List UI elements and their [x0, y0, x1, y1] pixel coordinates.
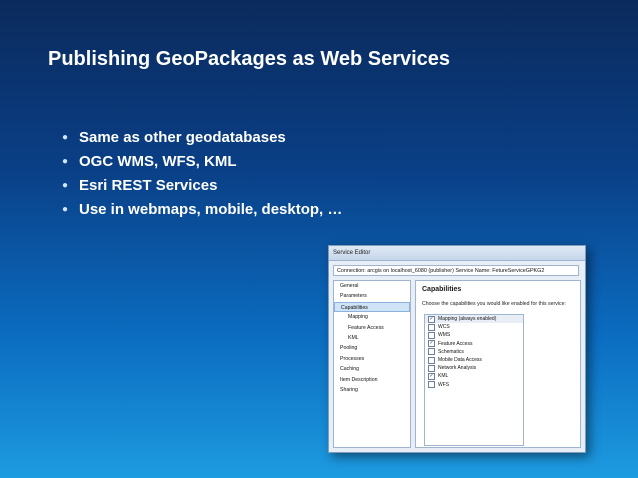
- capability-row[interactable]: WMS: [425, 331, 523, 339]
- checkbox-unchecked-icon[interactable]: [428, 356, 435, 364]
- nav-item-processes[interactable]: Processes: [334, 354, 410, 364]
- checkbox-unchecked-icon[interactable]: [428, 381, 435, 389]
- service-editor-window: Service Editor Connection: arcgis on loc…: [328, 245, 586, 453]
- capability-label: WCS: [438, 324, 450, 331]
- nav-item-mapping[interactable]: Mapping: [334, 312, 410, 322]
- checkbox-checked-icon[interactable]: ✓: [428, 315, 435, 323]
- capability-row[interactable]: Mobile Data Access: [425, 356, 523, 364]
- capability-label: WFS: [438, 381, 450, 388]
- capabilities-list: ✓ Mapping (always enabled) WCS WMS ✓ Feature …: [424, 314, 524, 446]
- nav-item-item-description[interactable]: Item Description: [334, 375, 410, 385]
- capability-label: Mobile Data Access: [438, 356, 482, 363]
- bullet-list: ● Same as other geodatabases ● OGC WMS, WF…: [62, 128, 342, 224]
- bullet-item: ● Use in webmaps, mobile, desktop, …: [62, 200, 342, 224]
- bullet-text: OGC WMS, WFS, KML: [79, 153, 237, 170]
- nav-item-capabilities[interactable]: Capabilities: [334, 301, 410, 313]
- connection-bar: Connection: arcgis on localhost_6080 (pu…: [333, 265, 579, 276]
- bullet-text: Esri REST Services: [79, 177, 218, 194]
- nav-item-parameters[interactable]: Parameters: [334, 291, 410, 301]
- panel-heading: Capabilities: [422, 286, 462, 293]
- nav-item-kml[interactable]: KML: [334, 333, 410, 343]
- capability-row[interactable]: ✓ Mapping (always enabled): [425, 315, 523, 324]
- slide-title: Publishing GeoPackages as Web Services: [48, 48, 451, 70]
- bullet-text: Use in webmaps, mobile, desktop, …: [79, 201, 343, 218]
- capability-label: Feature Access: [438, 340, 473, 347]
- nav-item-caching[interactable]: Caching: [334, 364, 410, 374]
- capability-label: Schematics: [438, 348, 464, 355]
- capability-row[interactable]: WCS: [425, 323, 523, 331]
- window-title-bar[interactable]: Service Editor: [329, 246, 585, 261]
- checkbox-unchecked-icon[interactable]: [428, 364, 435, 372]
- capability-row[interactable]: Schematics: [425, 348, 523, 356]
- capability-row[interactable]: ✓ KML: [425, 372, 523, 380]
- nav-item-feature-access[interactable]: Feature Access: [334, 323, 410, 333]
- checkbox-unchecked-icon[interactable]: [428, 331, 435, 339]
- capability-row[interactable]: WFS: [425, 381, 523, 389]
- bullet-dot-icon: ●: [62, 156, 69, 167]
- bullet-item: ● Esri REST Services: [62, 176, 342, 200]
- nav-item-general[interactable]: General: [334, 281, 410, 291]
- capability-label: WMS: [438, 332, 451, 339]
- bullet-dot-icon: ●: [62, 132, 69, 143]
- capability-label: Mapping (always enabled): [438, 316, 497, 322]
- bullet-item: ● OGC WMS, WFS, KML: [62, 152, 342, 176]
- nav-item-sharing[interactable]: Sharing: [334, 385, 410, 395]
- bullet-item: ● Same as other geodatabases: [62, 128, 342, 152]
- bullet-dot-icon: ●: [62, 180, 69, 191]
- capabilities-panel: Capabilities Choose the capabilities you…: [415, 280, 581, 448]
- nav-item-pooling[interactable]: Pooling: [334, 343, 410, 353]
- capability-label: Network Analysis: [438, 365, 477, 372]
- capability-label: KML: [438, 373, 449, 380]
- checkbox-checked-icon[interactable]: ✓: [428, 372, 435, 380]
- checkbox-unchecked-icon[interactable]: [428, 348, 435, 356]
- bullet-text: Same as other geodatabases: [79, 129, 286, 146]
- settings-nav: General Parameters Capabilities Mapping Feat…: [333, 280, 411, 448]
- checkbox-checked-icon[interactable]: ✓: [428, 340, 435, 348]
- bullet-dot-icon: ●: [62, 204, 69, 215]
- capability-row[interactable]: Network Analysis: [425, 364, 523, 372]
- capability-row[interactable]: ✓ Feature Access: [425, 340, 523, 348]
- checkbox-unchecked-icon[interactable]: [428, 323, 435, 331]
- panel-description: Choose the capabilities you would like e…: [422, 301, 566, 307]
